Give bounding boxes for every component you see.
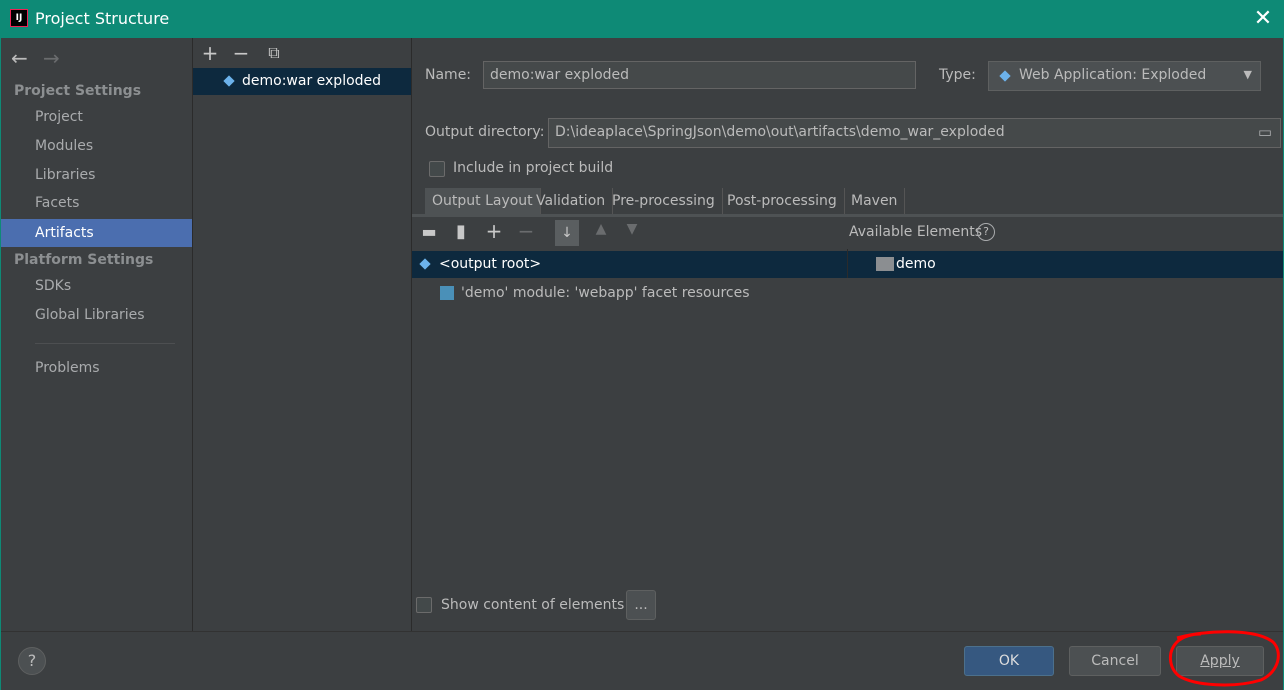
tab-validation[interactable]: Validation [529,188,614,214]
output-root-icon [419,258,431,270]
sidebar-item-libraries[interactable]: Libraries [1,161,192,189]
section-platform-settings: Platform Settings [14,252,154,268]
close-icon[interactable]: ✕ [1252,6,1274,32]
ellipsis-button[interactable]: ... [626,590,656,620]
create-archive-icon[interactable]: ▮ [450,221,472,242]
tab-pre-processing[interactable]: Pre-processing [605,188,723,214]
window-title: Project Structure [35,9,170,28]
available-elements-header: Available Elements ? [847,217,1283,249]
web-app-icon [999,70,1011,82]
tab-output-layout[interactable]: Output Layout [425,188,541,214]
sidebar: ← → Project Settings Project Modules Lib… [1,38,193,631]
help-button[interactable]: ? [18,647,46,675]
new-directory-icon[interactable]: ▬ [418,222,440,241]
remove-element-icon[interactable]: − [515,219,537,243]
tab-maven[interactable]: Maven [844,188,906,214]
cancel-button[interactable]: Cancel [1069,646,1161,676]
artifact-settings-panel: Name: demo:war exploded Type: Web Applic… [412,38,1283,631]
artifacts-list-panel: + − ⧉ demo:war exploded [193,38,412,631]
facet-resources-label: 'demo' module: 'webapp' facet resources [461,285,750,301]
chevron-down-icon: ▼ [1243,68,1252,81]
output-root-label: <output root> [439,256,542,272]
output-directory-input[interactable]: D:\ideaplace\SpringJson\demo\out\artifac… [548,118,1281,148]
facet-resources-row[interactable]: 'demo' module: 'webapp' facet resources [412,280,847,307]
intellij-logo-icon: IJ [10,9,28,27]
folder-open-icon[interactable]: ▭ [1258,119,1272,145]
available-item-label: demo [896,256,936,272]
artifact-list-item[interactable]: demo:war exploded [193,68,411,95]
show-content-label: Show content of elements [441,597,625,613]
title-bar: IJ Project Structure ✕ [0,0,1284,38]
move-down-icon[interactable]: ▼ [621,221,643,237]
sidebar-item-sdks[interactable]: SDKs [1,272,192,300]
back-arrow-icon[interactable]: ← [11,46,28,70]
forward-arrow-icon[interactable]: → [43,46,60,70]
red-annotation-circle [1169,630,1280,687]
remove-icon[interactable]: − [230,41,252,65]
sidebar-item-project[interactable]: Project [1,103,192,131]
artifact-name: demo:war exploded [242,73,382,89]
sidebar-item-problems[interactable]: Problems [1,354,192,382]
web-facet-icon [440,286,454,300]
sidebar-item-global-libraries[interactable]: Global Libraries [1,301,192,329]
copy-icon[interactable]: ⧉ [263,43,285,63]
layout-toolbar: ▬ ▮ + − ↓ ▲ ▼ [412,217,847,249]
available-item-row[interactable]: demo [848,251,1283,278]
sort-icon[interactable]: ↓ [555,220,579,246]
include-build-checkbox[interactable] [429,161,445,177]
section-project-settings: Project Settings [14,83,142,99]
available-elements-label: Available Elements [849,224,983,240]
ok-button[interactable]: OK [964,646,1054,676]
artifact-war-icon [223,75,235,87]
include-build-label: Include in project build [453,160,614,176]
type-value: Web Application: Exploded [1019,67,1207,83]
sidebar-item-modules[interactable]: Modules [1,132,192,160]
module-folder-icon [876,257,894,271]
sidebar-item-artifacts[interactable]: Artifacts [1,219,192,247]
output-directory-value: D:\ideaplace\SpringJson\demo\out\artifac… [555,124,1005,140]
show-content-checkbox[interactable] [416,597,432,613]
name-input[interactable]: demo:war exploded [483,61,916,89]
tab-post-processing[interactable]: Post-processing [720,188,845,214]
type-dropdown[interactable]: Web Application: Exploded ▼ [988,61,1261,91]
sidebar-item-facets[interactable]: Facets [1,189,192,217]
dialog-footer: ? OK Cancel Apply [1,630,1283,690]
move-up-icon[interactable]: ▲ [590,221,612,237]
output-directory-label: Output directory: [425,124,545,140]
type-label: Type: [939,67,976,83]
add-icon[interactable]: + [199,41,221,65]
add-element-icon[interactable]: + [483,219,505,243]
divider [35,343,175,344]
help-icon[interactable]: ? [977,223,995,241]
name-label: Name: [425,67,472,83]
output-root-row[interactable]: <output root> [412,251,847,278]
